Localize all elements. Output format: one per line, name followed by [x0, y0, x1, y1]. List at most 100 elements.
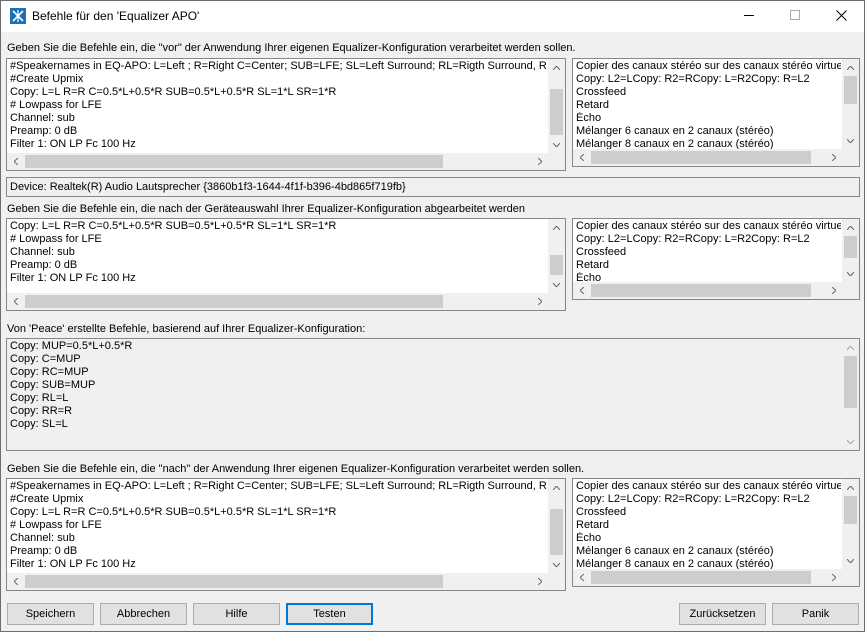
scroll-thumb[interactable] [25, 575, 443, 588]
scroll-thumb[interactable] [591, 151, 811, 164]
list-item[interactable]: Copier des canaux stéréo sur des canaux … [576, 220, 841, 233]
list-item[interactable]: Mélanger 6 canaux en 2 canaux (stéréo) [576, 125, 841, 138]
vertical-scrollbar[interactable] [842, 339, 859, 450]
peace-commands-textarea[interactable]: Copy: MUP=0.5*L+0.5*R Copy: C=MUP Copy: … [6, 338, 860, 451]
title-bar[interactable]: Befehle für den 'Equalizer APO' [1, 1, 864, 32]
list-item[interactable]: Retard [576, 99, 841, 112]
scroll-right-icon[interactable] [825, 569, 842, 586]
scroll-up-icon[interactable] [548, 59, 565, 76]
after-commands-textarea[interactable]: #Speakernames in EQ-APO: L=Left ; R=Righ… [6, 478, 566, 591]
horizontal-scrollbar[interactable] [573, 149, 842, 166]
vertical-scrollbar[interactable] [842, 219, 859, 282]
list-item[interactable]: Retard [576, 259, 841, 272]
list-item[interactable]: Copy: L2=LCopy: R2=RCopy: L=R2Copy: R=L2 [576, 73, 841, 86]
close-button[interactable] [818, 1, 864, 32]
scroll-left-icon[interactable] [573, 569, 590, 586]
help-button[interactable]: Hilfe [193, 603, 280, 625]
vertical-scrollbar[interactable] [842, 479, 859, 569]
minimize-button[interactable] [726, 1, 772, 32]
scroll-right-icon[interactable] [531, 293, 548, 310]
scroll-corner [548, 573, 565, 590]
save-button[interactable]: Speichern [7, 603, 94, 625]
scroll-down-icon[interactable] [842, 265, 859, 282]
scroll-down-icon[interactable] [548, 276, 565, 293]
scroll-corner [842, 149, 859, 166]
device-commands-label: Geben Sie die Befehle ein, die nach der … [7, 203, 525, 215]
reset-button[interactable]: Zurücksetzen [679, 603, 766, 625]
equalizer-apo-icon [10, 8, 26, 24]
scroll-up-icon[interactable] [548, 479, 565, 496]
scroll-thumb[interactable] [591, 284, 811, 297]
horizontal-scrollbar[interactable] [7, 293, 548, 310]
device-commands-textarea[interactable]: Copy: L=L R=R C=0.5*L+0.5*R SUB=0.5*L+0.… [6, 218, 566, 311]
scroll-left-icon[interactable] [573, 282, 590, 299]
scroll-up-icon[interactable] [842, 59, 859, 76]
vertical-scrollbar[interactable] [842, 59, 859, 149]
peace-commands-text: Copy: MUP=0.5*L+0.5*R Copy: C=MUP Copy: … [10, 340, 133, 430]
scroll-thumb[interactable] [591, 571, 811, 584]
scroll-up-icon[interactable] [842, 219, 859, 236]
device-presets-items: Copier des canaux stéréo sur des canaux … [576, 220, 841, 285]
scroll-left-icon[interactable] [7, 153, 24, 170]
scroll-thumb[interactable] [25, 295, 443, 308]
scroll-up-icon[interactable] [842, 479, 859, 496]
scroll-thumb[interactable] [550, 509, 563, 555]
list-item[interactable]: Crossfeed [576, 246, 841, 259]
list-item[interactable]: Copier des canaux stéréo sur des canaux … [576, 480, 841, 493]
scroll-up-icon[interactable] [548, 219, 565, 236]
list-item[interactable]: Écho [576, 112, 841, 125]
list-item[interactable]: Retard [576, 519, 841, 532]
horizontal-scrollbar[interactable] [573, 282, 842, 299]
test-button[interactable]: Testen [286, 603, 373, 625]
device-presets-list[interactable]: Copier des canaux stéréo sur des canaux … [572, 218, 860, 300]
scroll-thumb[interactable] [844, 496, 857, 524]
scroll-right-icon[interactable] [531, 573, 548, 590]
list-item[interactable]: Copier des canaux stéréo sur des canaux … [576, 60, 841, 73]
vertical-scrollbar[interactable] [548, 59, 565, 153]
scroll-left-icon[interactable] [7, 293, 24, 310]
scroll-down-icon[interactable] [842, 433, 859, 450]
before-presets-items: Copier des canaux stéréo sur des canaux … [576, 60, 841, 151]
horizontal-scrollbar[interactable] [7, 573, 548, 590]
scroll-up-icon[interactable] [842, 339, 859, 356]
horizontal-scrollbar[interactable] [573, 569, 842, 586]
scroll-corner [842, 569, 859, 586]
device-commands-text: Copy: L=L R=R C=0.5*L+0.5*R SUB=0.5*L+0.… [10, 220, 337, 284]
scroll-thumb[interactable] [550, 89, 563, 135]
scroll-thumb[interactable] [550, 255, 563, 275]
after-presets-items: Copier des canaux stéréo sur des canaux … [576, 480, 841, 571]
list-item[interactable]: Crossfeed [576, 506, 841, 519]
scroll-right-icon[interactable] [825, 149, 842, 166]
before-presets-list[interactable]: Copier des canaux stéréo sur des canaux … [572, 58, 860, 167]
scroll-thumb[interactable] [844, 356, 857, 408]
list-item[interactable]: Copy: L2=LCopy: R2=RCopy: L=R2Copy: R=L2 [576, 233, 841, 246]
scroll-down-icon[interactable] [842, 552, 859, 569]
scroll-right-icon[interactable] [531, 153, 548, 170]
before-commands-textarea[interactable]: #Speakernames in EQ-APO: L=Left ; R=Righ… [6, 58, 566, 171]
list-item[interactable]: Écho [576, 532, 841, 545]
scroll-right-icon[interactable] [825, 282, 842, 299]
scroll-thumb[interactable] [844, 76, 857, 104]
scroll-down-icon[interactable] [548, 556, 565, 573]
scroll-down-icon[interactable] [548, 136, 565, 153]
after-commands-text: #Speakernames in EQ-APO: L=Left ; R=Righ… [10, 480, 547, 570]
scroll-down-icon[interactable] [842, 132, 859, 149]
scroll-thumb[interactable] [25, 155, 443, 168]
scroll-corner [548, 153, 565, 170]
maximize-icon [790, 10, 800, 23]
after-presets-list[interactable]: Copier des canaux stéréo sur des canaux … [572, 478, 860, 587]
scroll-thumb[interactable] [844, 236, 857, 258]
vertical-scrollbar[interactable] [548, 219, 565, 293]
scroll-left-icon[interactable] [573, 149, 590, 166]
list-item[interactable]: Crossfeed [576, 86, 841, 99]
scroll-left-icon[interactable] [7, 573, 24, 590]
horizontal-scrollbar[interactable] [7, 153, 548, 170]
maximize-button[interactable] [772, 1, 818, 32]
list-item[interactable]: Copy: L2=LCopy: R2=RCopy: L=R2Copy: R=L2 [576, 493, 841, 506]
cancel-button[interactable]: Abbrechen [100, 603, 187, 625]
minimize-icon [744, 10, 754, 23]
panic-button[interactable]: Panik [772, 603, 859, 625]
scroll-corner [842, 282, 859, 299]
list-item[interactable]: Mélanger 6 canaux en 2 canaux (stéréo) [576, 545, 841, 558]
vertical-scrollbar[interactable] [548, 479, 565, 573]
